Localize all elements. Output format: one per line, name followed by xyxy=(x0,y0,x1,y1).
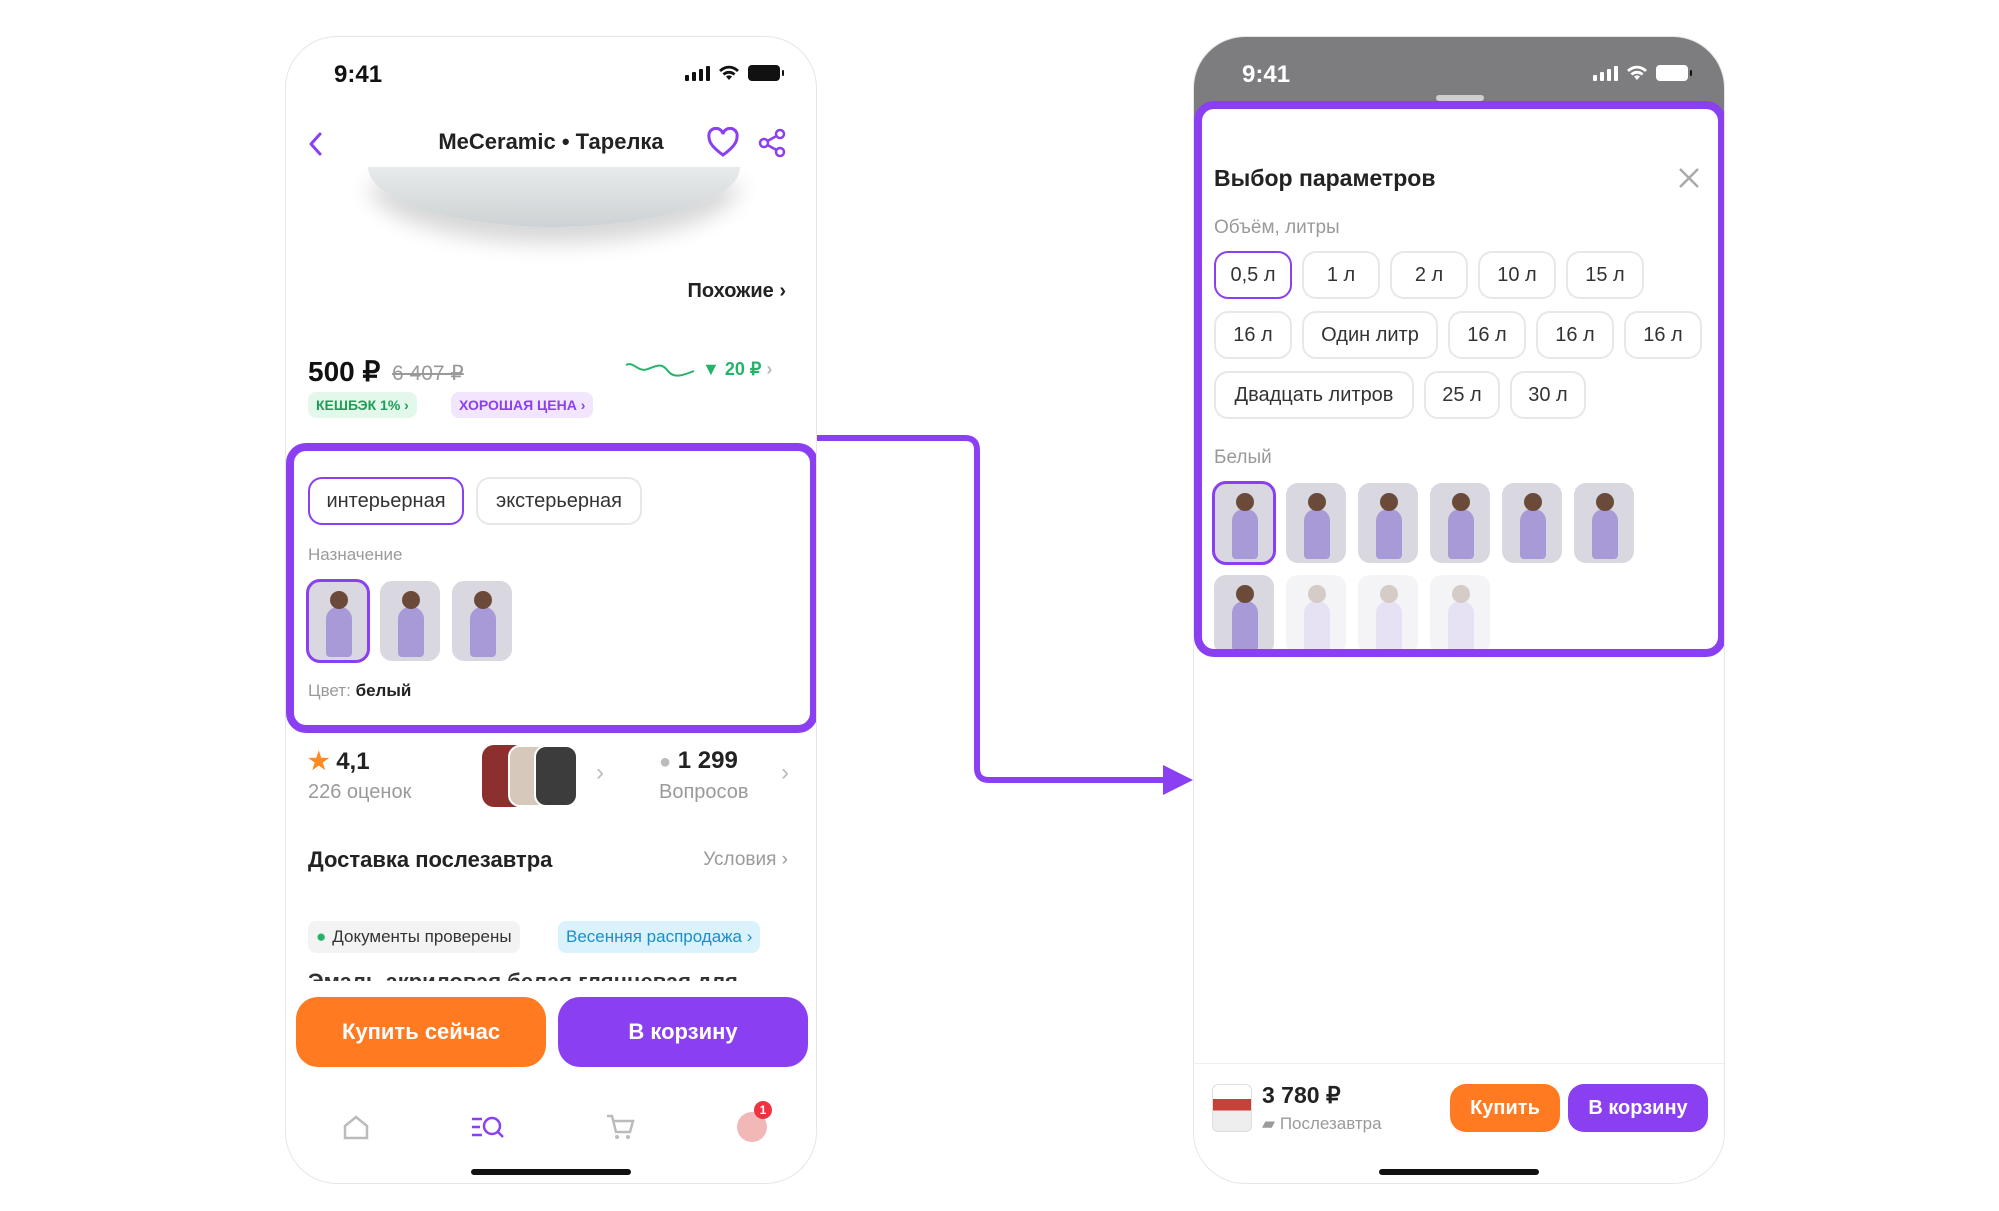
truck-icon: ▰ xyxy=(1262,1114,1276,1133)
status-icons xyxy=(1593,65,1692,81)
signal-icon xyxy=(1593,65,1618,81)
rating-card[interactable]: ★ 4,1 226 оценок › xyxy=(286,737,631,817)
product-thumbnail xyxy=(1212,1084,1252,1132)
wifi-icon xyxy=(719,65,739,80)
price: 500 ₽ xyxy=(308,356,381,387)
add-to-cart-button[interactable]: В корзину xyxy=(558,997,808,1067)
bar-price: 3 780 ₽ xyxy=(1262,1082,1341,1108)
highlight-frame xyxy=(286,443,816,733)
ratings-count: 226 оценок xyxy=(308,781,412,803)
add-to-cart-button[interactable]: В корзину xyxy=(1568,1084,1708,1132)
shield-check-icon: ● xyxy=(316,927,327,946)
delivery-row[interactable]: Доставка послезавтра Условия › xyxy=(286,825,816,895)
description-preview: Эмаль акриловая белая глянцевая для xyxy=(308,965,738,981)
battery-icon xyxy=(748,65,784,81)
home-indicator xyxy=(1379,1169,1539,1175)
chevron-right-icon: › xyxy=(781,759,789,786)
profile-avatar[interactable]: 1 xyxy=(732,1101,772,1147)
share-icon[interactable] xyxy=(756,127,788,159)
status-time: 9:41 xyxy=(1242,61,1291,88)
status-time: 9:41 xyxy=(334,61,383,88)
home-icon[interactable] xyxy=(336,1107,376,1147)
purchase-bar: 3 780 ₽ ▰ Послезавтра Купить В корзину xyxy=(1194,1063,1724,1183)
heart-icon[interactable] xyxy=(706,127,740,159)
delivery-title: Доставка послезавтра xyxy=(308,847,553,872)
price-drop: ▼ 20 ₽ › xyxy=(702,359,773,379)
review-photo xyxy=(534,745,578,807)
cashback-tag[interactable]: КЕШБЭК 1% › xyxy=(308,392,417,418)
bar-delivery: ▰ Послезавтра xyxy=(1262,1114,1382,1133)
notification-badge: 1 xyxy=(754,1101,772,1119)
good-price-tag[interactable]: ХОРОШАЯ ЦЕНА › xyxy=(451,392,594,418)
rating-value: ★ 4,1 xyxy=(308,748,370,775)
wifi-icon xyxy=(1627,65,1647,80)
buy-button[interactable]: Купить xyxy=(1450,1084,1560,1132)
status-icons xyxy=(685,65,784,81)
docs-badge: ● Документы проверены xyxy=(308,921,520,953)
product-image xyxy=(368,167,740,227)
price-trend-icon xyxy=(625,363,695,377)
product-screen: 9:41 MeCeramic • Тарелка Похожие › 500 ₽… xyxy=(285,36,817,1184)
chevron-right-icon: › xyxy=(596,759,604,786)
highlight-frame xyxy=(1194,101,1724,657)
questions-card[interactable]: ● 1 299 Вопросов › xyxy=(641,737,816,817)
signal-icon xyxy=(685,65,710,81)
parameters-sheet-screen: 9:41 Выбор параметров Объём, литры 0,5 л… xyxy=(1193,36,1725,1184)
status-bar: 9:41 xyxy=(286,37,816,107)
sale-badge[interactable]: Весенняя распродажа › xyxy=(558,921,761,953)
battery-icon xyxy=(1656,65,1692,81)
similar-link[interactable]: Похожие › xyxy=(688,280,787,303)
old-price: 6 407 ₽ xyxy=(392,362,464,385)
flow-arrow xyxy=(817,435,1193,795)
delivery-terms[interactable]: Условия › xyxy=(703,849,788,871)
home-indicator xyxy=(471,1169,631,1175)
buy-now-button[interactable]: Купить сейчас xyxy=(296,997,546,1067)
questions-count: ● 1 299 xyxy=(659,747,738,774)
questions-label: Вопросов xyxy=(659,781,749,803)
catalog-search-icon[interactable] xyxy=(468,1107,508,1147)
cart-icon[interactable] xyxy=(600,1107,640,1147)
